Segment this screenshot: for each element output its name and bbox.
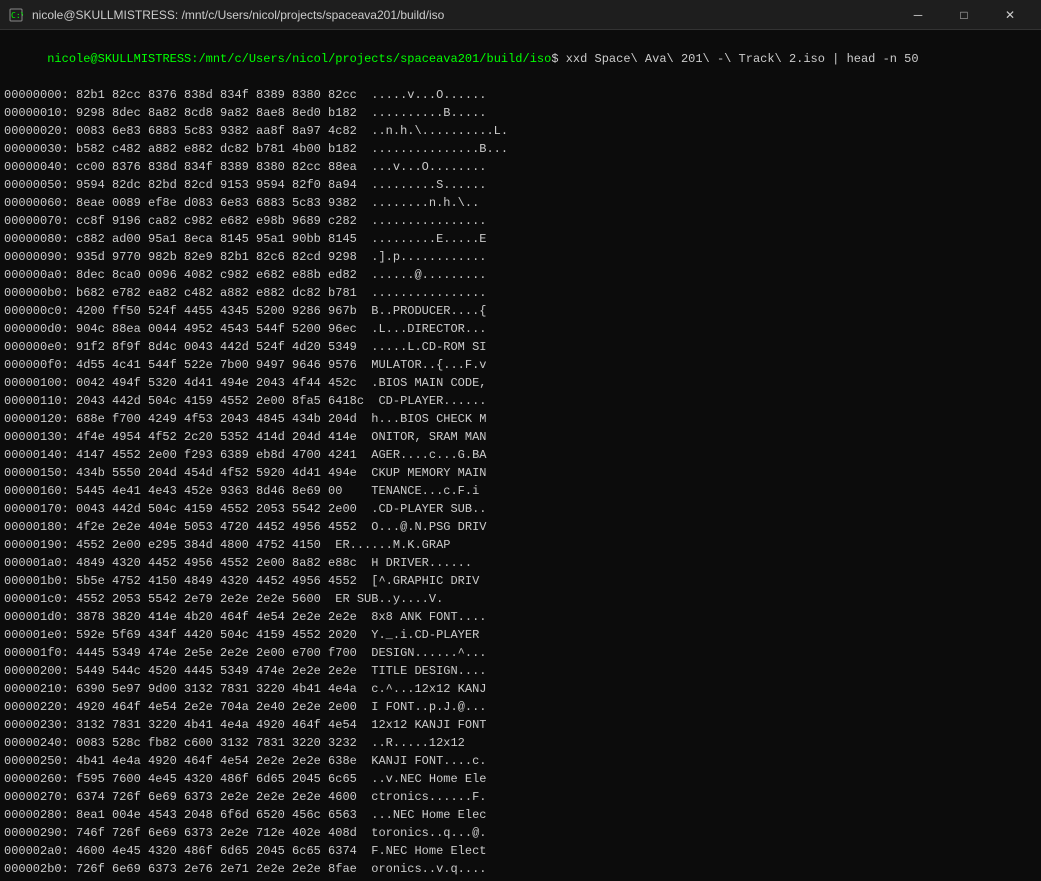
hex-line: 00000020: 0083 6e83 6883 5c83 9382 aa8f …: [4, 122, 1037, 140]
prompt-dollar: $: [551, 52, 565, 66]
hex-line: 00000130: 4f4e 4954 4f52 2c20 5352 414d …: [4, 428, 1037, 446]
hex-line: 000002a0: 4600 4e45 4320 486f 6d65 2045 …: [4, 842, 1037, 860]
hex-line: 00000270: 6374 726f 6e69 6373 2e2e 2e2e …: [4, 788, 1037, 806]
hex-line: 00000060: 8eae 0089 ef8e d083 6e83 6883 …: [4, 194, 1037, 212]
hex-line: 00000110: 2043 442d 504c 4159 4552 2e00 …: [4, 392, 1037, 410]
hex-line: 00000040: cc00 8376 838d 834f 8389 8380 …: [4, 158, 1037, 176]
close-button[interactable]: ✕: [987, 0, 1033, 30]
hex-line: 000000c0: 4200 ff50 524f 4455 4345 5200 …: [4, 302, 1037, 320]
hex-line: 00000050: 9594 82dc 82bd 82cd 9153 9594 …: [4, 176, 1037, 194]
prompt-user: nicole@SKULLMISTRESS: [47, 52, 191, 66]
hex-line: 000001d0: 3878 3820 414e 4b20 464f 4e54 …: [4, 608, 1037, 626]
hex-line: 00000180: 4f2e 2e2e 404e 5053 4720 4452 …: [4, 518, 1037, 536]
hex-line: 00000280: 8ea1 004e 4543 2048 6f6d 6520 …: [4, 806, 1037, 824]
titlebar-title: nicole@SKULLMISTRESS: /mnt/c/Users/nicol…: [32, 8, 895, 22]
hex-line: 00000080: c882 ad00 95a1 8eca 8145 95a1 …: [4, 230, 1037, 248]
hex-line: 000000b0: b682 e782 ea82 c482 a882 e882 …: [4, 284, 1037, 302]
hex-line: 000002b0: 726f 6e69 6373 2e76 2e71 2e2e …: [4, 860, 1037, 878]
hex-line: 000001a0: 4849 4320 4452 4956 4552 2e00 …: [4, 554, 1037, 572]
hex-line: 00000160: 5445 4e41 4e43 452e 9363 8d46 …: [4, 482, 1037, 500]
hex-line: 00000120: 688e f700 4249 4f53 2043 4845 …: [4, 410, 1037, 428]
svg-text:C:\: C:\: [11, 11, 23, 20]
maximize-button[interactable]: □: [941, 0, 987, 30]
terminal-icon: C:\: [8, 7, 24, 23]
hex-line: 00000100: 0042 494f 5320 4d41 494e 2043 …: [4, 374, 1037, 392]
hex-line: 00000230: 3132 7831 3220 4b41 4e4a 4920 …: [4, 716, 1037, 734]
hex-line: 00000090: 935d 9770 982b 82e9 82b1 82c6 …: [4, 248, 1037, 266]
hex-line: 00000140: 4147 4552 2e00 f293 6389 eb8d …: [4, 446, 1037, 464]
hex-line: 00000170: 0043 442d 504c 4159 4552 2053 …: [4, 500, 1037, 518]
hex-line: 00000200: 5449 544c 4520 4445 5349 474e …: [4, 662, 1037, 680]
hex-line: 000001b0: 5b5e 4752 4150 4849 4320 4452 …: [4, 572, 1037, 590]
hex-line: 00000240: 0083 528c fb82 c600 3132 7831 …: [4, 734, 1037, 752]
hex-line: 000000f0: 4d55 4c41 544f 522e 7b00 9497 …: [4, 356, 1037, 374]
hex-line: 00000260: f595 7600 4e45 4320 486f 6d65 …: [4, 770, 1037, 788]
hex-line: 00000220: 4920 464f 4e54 2e2e 704a 2e40 …: [4, 698, 1037, 716]
hex-line: 00000150: 434b 5550 204d 454d 4f52 5920 …: [4, 464, 1037, 482]
prompt-path: :/mnt/c/Users/nicol/projects/spaceava201…: [191, 52, 551, 66]
hex-line: 00000290: 746f 726f 6e69 6373 2e2e 712e …: [4, 824, 1037, 842]
hex-line: 00000000: 82b1 82cc 8376 838d 834f 8389 …: [4, 86, 1037, 104]
hex-line: 00000030: b582 c482 a882 e882 dc82 b781 …: [4, 140, 1037, 158]
hex-line: 00000070: cc8f 9196 ca82 c982 e682 e98b …: [4, 212, 1037, 230]
hex-line: 000000a0: 8dec 8ca0 0096 4082 c982 e682 …: [4, 266, 1037, 284]
command-text: xxd Space\ Ava\ 201\ -\ Track\ 2.iso | h…: [566, 52, 919, 66]
hex-line: 000001f0: 4445 5349 474e 2e5e 2e2e 2e00 …: [4, 644, 1037, 662]
hex-line: 00000010: 9298 8dec 8a82 8cd8 9a82 8ae8 …: [4, 104, 1037, 122]
hex-line: 000000d0: 904c 88ea 0044 4952 4543 544f …: [4, 320, 1037, 338]
terminal-window: C:\ nicole@SKULLMISTRESS: /mnt/c/Users/n…: [0, 0, 1041, 881]
hex-line: 000000e0: 91f2 8f9f 8d4c 0043 442d 524f …: [4, 338, 1037, 356]
hex-line: 000001c0: 4552 2053 5542 2e79 2e2e 2e2e …: [4, 590, 1037, 608]
titlebar: C:\ nicole@SKULLMISTRESS: /mnt/c/Users/n…: [0, 0, 1041, 30]
terminal-body[interactable]: nicole@SKULLMISTRESS:/mnt/c/Users/nicol/…: [0, 30, 1041, 881]
hex-line: 000001e0: 592e 5f69 434f 4420 504c 4159 …: [4, 626, 1037, 644]
hex-line: 00000210: 6390 5e97 9d00 3132 7831 3220 …: [4, 680, 1037, 698]
minimize-button[interactable]: ─: [895, 0, 941, 30]
command-line: nicole@SKULLMISTRESS:/mnt/c/Users/nicol/…: [4, 32, 1037, 86]
titlebar-buttons: ─ □ ✕: [895, 0, 1033, 30]
hex-line: 00000190: 4552 2e00 e295 384d 4800 4752 …: [4, 536, 1037, 554]
hex-line: 00000250: 4b41 4e4a 4920 464f 4e54 2e2e …: [4, 752, 1037, 770]
